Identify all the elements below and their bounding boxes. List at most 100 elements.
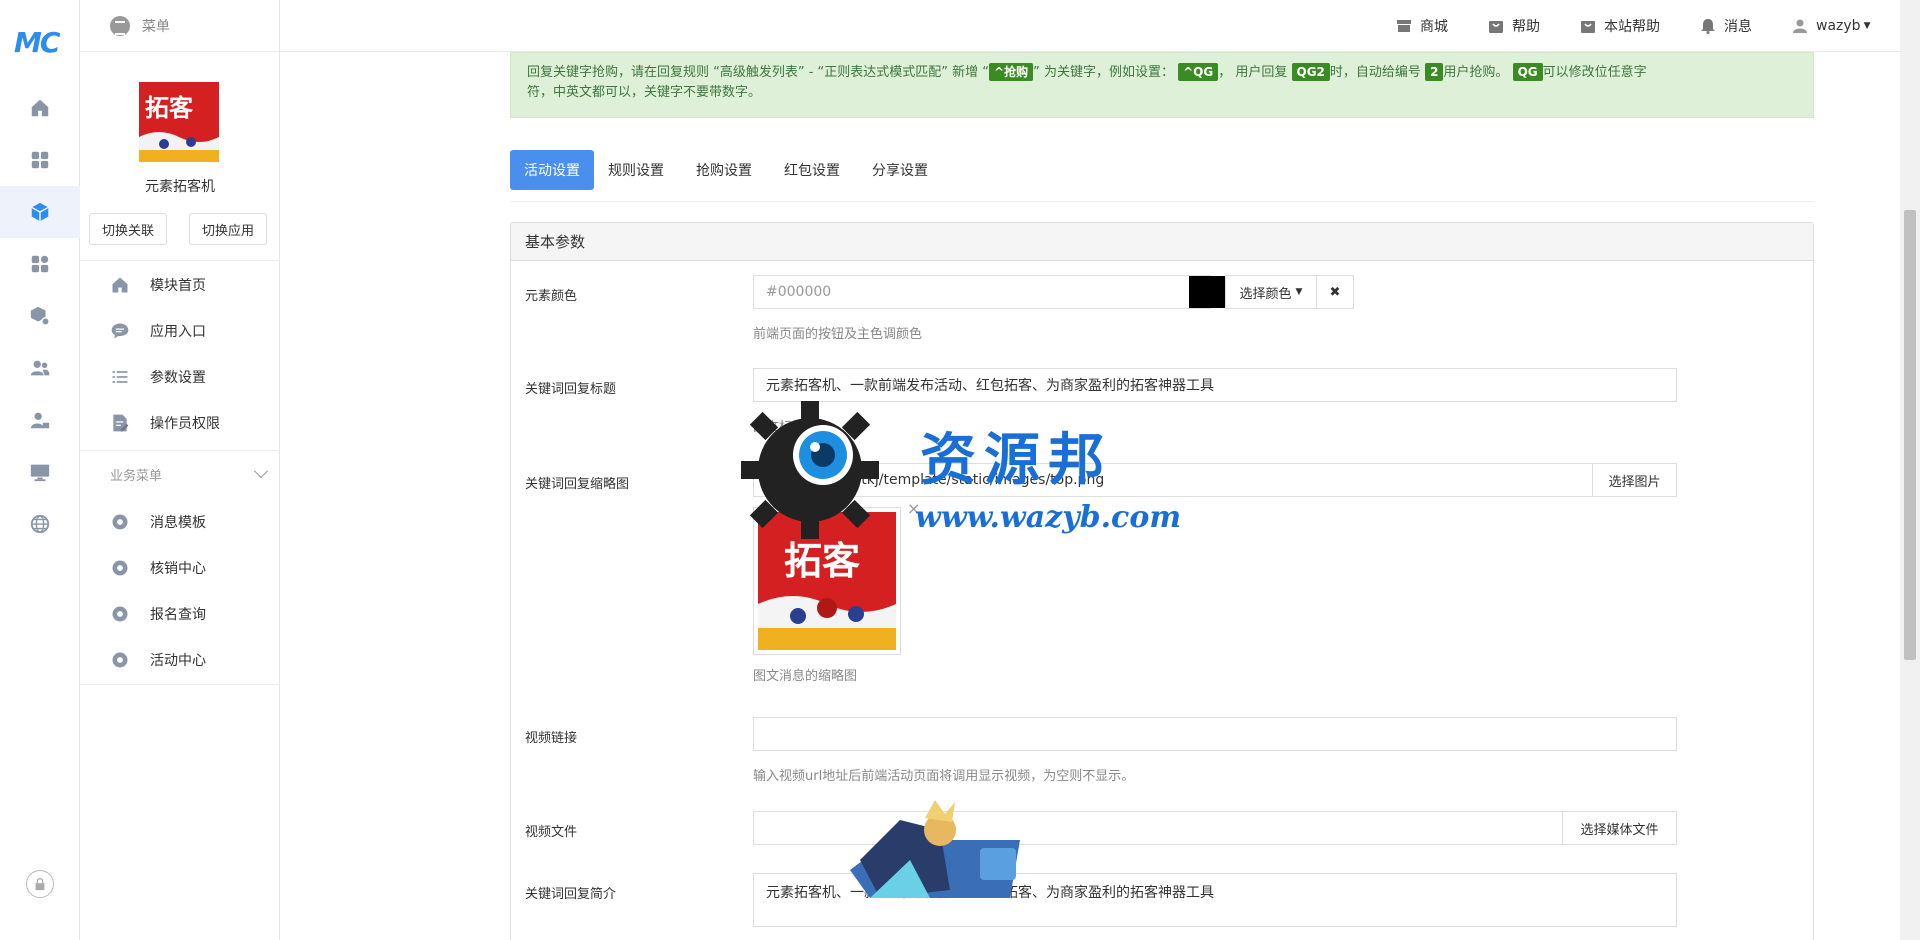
- tab-flash-sale-settings[interactable]: 抢购设置: [682, 150, 766, 190]
- sidebar-item-operator-permissions[interactable]: 操作员权限: [80, 400, 280, 446]
- color-input[interactable]: #000000: [753, 275, 1211, 309]
- alert-text: 时，自动给编号: [1329, 65, 1421, 80]
- select-media-button[interactable]: 选择媒体文件: [1562, 811, 1677, 845]
- tab-red-packet-settings[interactable]: 红包设置: [770, 150, 854, 190]
- panel-title: 基本参数: [511, 223, 1813, 261]
- menu-label: 菜单: [142, 18, 170, 35]
- rail-user-lock-icon[interactable]: [0, 394, 80, 446]
- alert-tag: 2: [1425, 63, 1444, 81]
- messages-label: 消息: [1724, 19, 1752, 35]
- sidebar-item-label: 活动中心: [150, 653, 206, 669]
- basic-params-panel: 基本参数 元素颜色 #000000 选择颜色 ▼ ✖ 前端页面的按钮及主色调颜色…: [510, 222, 1814, 940]
- watermark-url: www.wazyb.com: [915, 500, 1182, 535]
- rail-users-icon[interactable]: [0, 342, 80, 394]
- list-icon: [112, 371, 128, 383]
- reply-thumb-label: 关键词回复缩略图: [525, 477, 630, 492]
- user-icon: [1793, 19, 1807, 33]
- site-help-link[interactable]: 本站帮助: [1580, 0, 1660, 52]
- tab-rule-settings[interactable]: 规则设置: [594, 150, 678, 190]
- sidebar-divider: [80, 684, 280, 685]
- scrollbar-thumb[interactable]: [1904, 210, 1916, 660]
- sidebar-item-verification-center[interactable]: 核销中心: [80, 545, 280, 591]
- watermark-title: 资源邦: [920, 427, 1112, 493]
- sidebar-item-label: 核销中心: [150, 561, 206, 577]
- reply-desc-label: 关键词回复简介: [525, 887, 617, 902]
- rail-monitor-icon[interactable]: [0, 446, 80, 498]
- store-icon: [1397, 20, 1411, 32]
- video-link-label: 视频链接: [525, 731, 578, 746]
- watermark-gear-icon: [741, 401, 879, 539]
- sidebar-item-label: 模块首页: [150, 278, 206, 294]
- keyword-hint-alert: 回复关键字抢购，请在回复规则 “高级触发列表” - “正则表达式模式匹配” 新增…: [510, 52, 1814, 118]
- page-scrollbar[interactable]: [1900, 0, 1920, 940]
- sidebar-divider: [80, 260, 280, 261]
- business-menu-group[interactable]: 业务菜单: [80, 458, 280, 490]
- reply-title-label: 关键词回复标题: [525, 382, 617, 397]
- sidebar-divider: [80, 450, 280, 451]
- icon-rail: MC: [0, 0, 80, 940]
- menu-toggle[interactable]: 菜单: [80, 0, 279, 52]
- gear-icon: [112, 652, 128, 668]
- color-swatch[interactable]: [1189, 276, 1225, 308]
- alert-text: ， 用户回复: [1218, 65, 1288, 80]
- site-help-label: 本站帮助: [1604, 19, 1660, 35]
- game-banner-overlay: [830, 800, 1040, 900]
- rail-module-cube-icon[interactable]: [0, 186, 80, 238]
- thumb-text: 拓客: [145, 94, 193, 122]
- home-icon: [112, 277, 128, 293]
- alert-text: 用户抢购。: [1443, 65, 1509, 80]
- alert-tag: QG: [1512, 63, 1543, 81]
- gear-icon: [112, 606, 128, 622]
- sidebar-item-label: 消息模板: [150, 515, 206, 531]
- video-link-input[interactable]: [753, 717, 1677, 751]
- clear-color-button[interactable]: ✖: [1316, 275, 1354, 309]
- caret-down-icon: ▼: [1295, 287, 1303, 297]
- settings-tabs: 活动设置 规则设置 抢购设置 红包设置 分享设置: [510, 150, 1814, 202]
- user-menu[interactable]: wazyb ▼: [1792, 0, 1870, 52]
- rail-apps-icon[interactable]: [0, 134, 80, 186]
- select-color-button[interactable]: 选择颜色 ▼: [1225, 275, 1317, 309]
- shop-link[interactable]: 商城: [1396, 0, 1448, 52]
- sidebar-item-label: 参数设置: [150, 370, 206, 386]
- bag-icon: [1581, 21, 1595, 33]
- alert-text: 符，中英文都可以，关键字不要带数字。: [527, 85, 762, 100]
- app-thumbnail: 拓客: [139, 82, 219, 162]
- bell-icon: [1701, 19, 1715, 34]
- sidebar-item-signup-query[interactable]: 报名查询: [80, 591, 280, 637]
- gear-icon: [112, 514, 128, 530]
- menu-icon: [110, 15, 130, 36]
- alert-text: 回复关键字抢购，请在回复规则 “高级触发列表” - “正则表达式模式匹配” 新增…: [527, 65, 990, 80]
- rail-grid-plus-icon[interactable]: [0, 238, 80, 290]
- rail-box-gear-icon[interactable]: [0, 290, 80, 342]
- reply-thumb-help: 图文消息的缩略图: [753, 669, 858, 684]
- color-label: 元素颜色: [525, 289, 578, 304]
- sidebar-item-label: 报名查询: [150, 607, 206, 623]
- app-logo[interactable]: MC: [14, 26, 60, 59]
- alert-text: 可以修改位任意字: [1542, 65, 1647, 80]
- chat-icon: [111, 323, 129, 339]
- select-image-button[interactable]: 选择图片: [1592, 463, 1677, 497]
- sidebar-item-app-entry[interactable]: 应用入口: [80, 308, 280, 354]
- rail-globe-icon[interactable]: [0, 498, 80, 550]
- switch-link-button[interactable]: 切换关联: [89, 213, 168, 245]
- lock-icon[interactable]: [26, 870, 54, 898]
- sidebar-item-message-template[interactable]: 消息模板: [80, 499, 280, 545]
- group-label: 业务菜单: [110, 468, 163, 484]
- help-link[interactable]: 帮助: [1488, 0, 1540, 52]
- tab-share-settings[interactable]: 分享设置: [858, 150, 942, 190]
- switch-app-button[interactable]: 切换应用: [189, 213, 268, 245]
- messages-link[interactable]: 消息: [1700, 0, 1752, 52]
- video-file-label: 视频文件: [525, 825, 578, 840]
- alert-tag: QG2: [1291, 63, 1330, 81]
- chevron-down-icon: [253, 463, 269, 479]
- sidebar-item-module-home[interactable]: 模块首页: [80, 262, 280, 308]
- sidebar-item-activity-center[interactable]: 活动中心: [80, 637, 280, 683]
- tab-activity-settings[interactable]: 活动设置: [510, 150, 594, 190]
- bag-icon: [1489, 21, 1503, 33]
- sidebar-item-params[interactable]: 参数设置: [80, 354, 280, 400]
- caret-down-icon: ▼: [1863, 21, 1871, 31]
- game-character-image: [850, 800, 1020, 898]
- rail-home-icon[interactable]: [0, 82, 80, 134]
- user-name: wazyb: [1816, 18, 1861, 34]
- sidebar-item-label: 应用入口: [150, 324, 206, 340]
